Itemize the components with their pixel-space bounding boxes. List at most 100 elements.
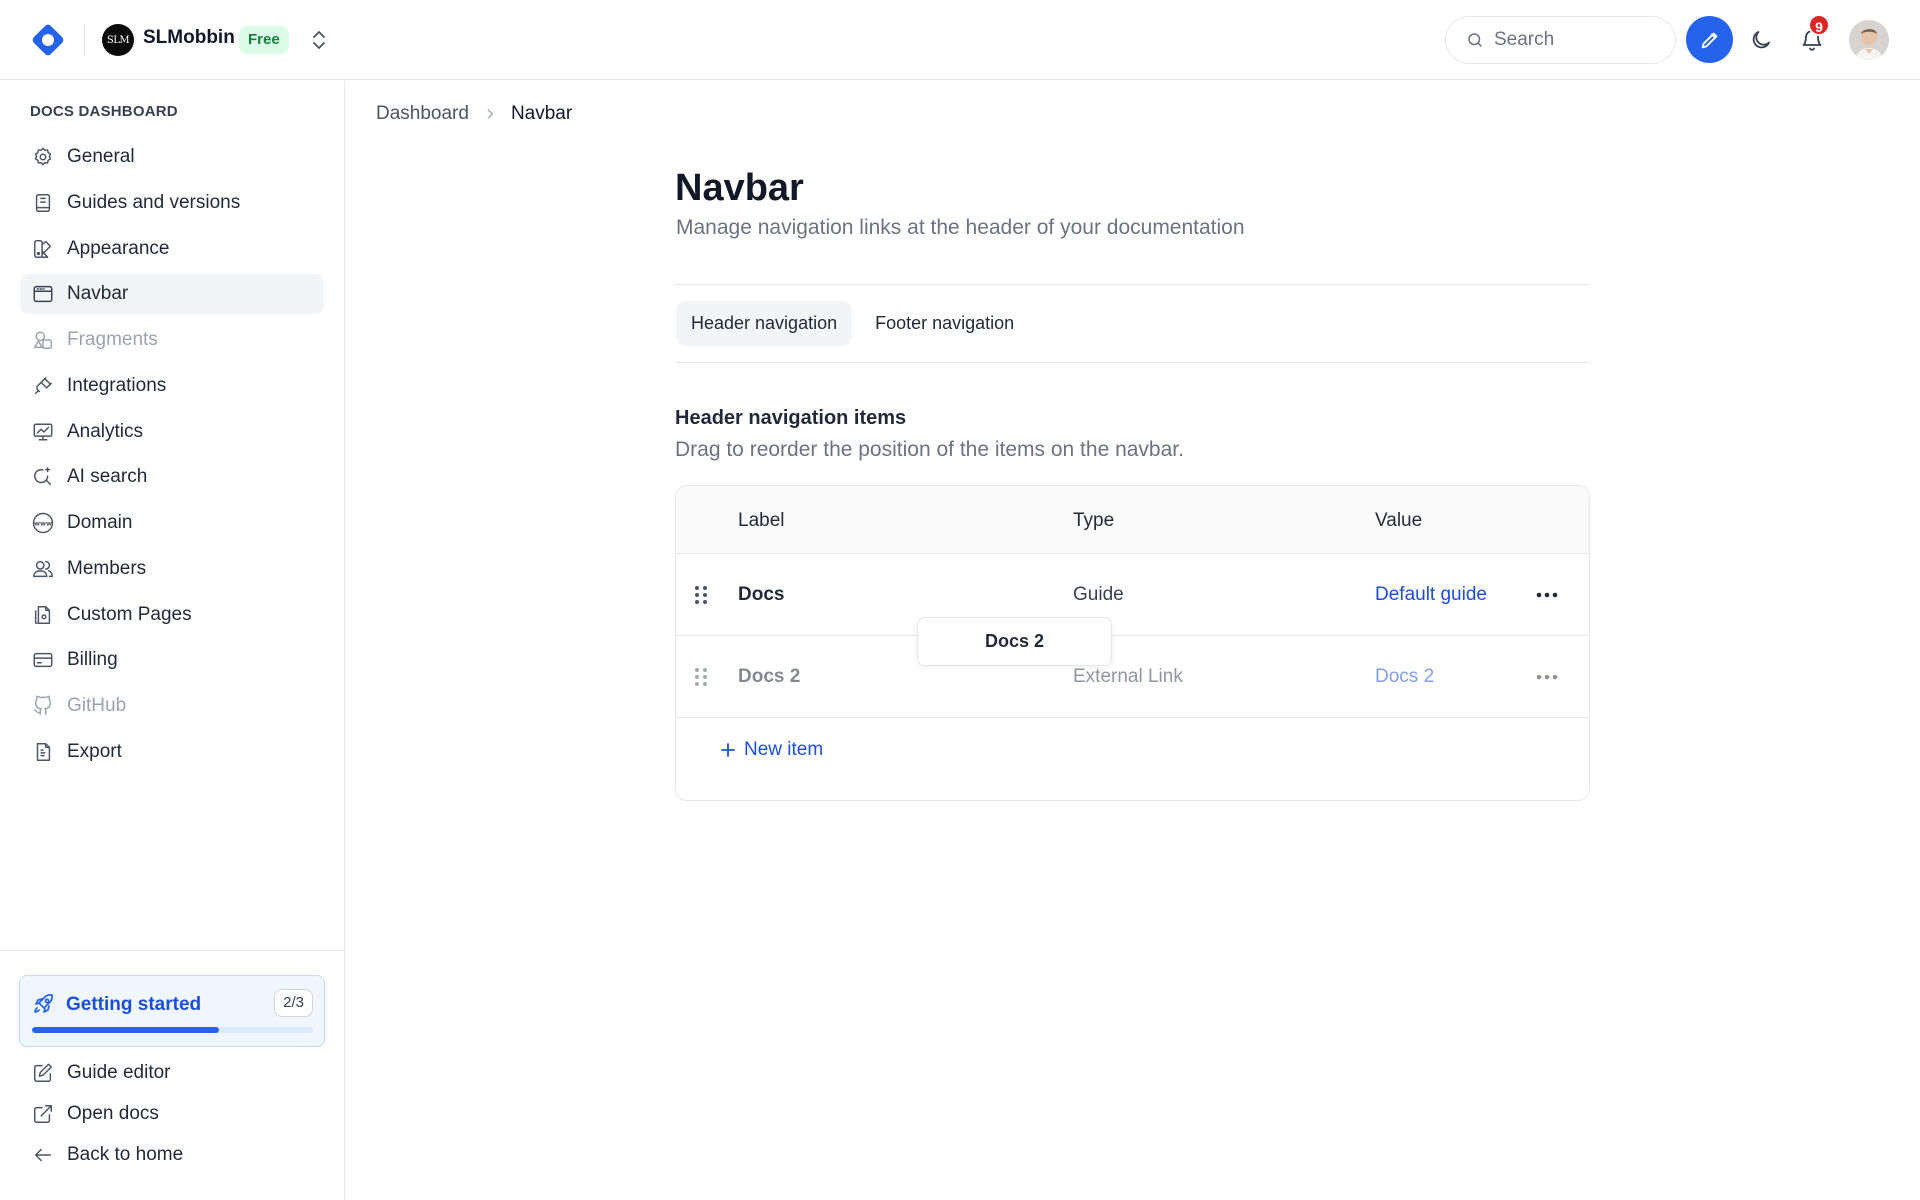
sidebar-item-label: GitHub xyxy=(67,695,127,716)
getting-started-label: Getting started xyxy=(66,994,202,1015)
sidebar-item-members[interactable]: Members xyxy=(20,549,324,589)
sidebar-item-domain[interactable]: www Domain xyxy=(20,503,324,543)
plus-icon xyxy=(720,742,736,758)
sidebar-item-github[interactable]: GitHub xyxy=(20,686,324,726)
page-subtitle: Manage navigation links at the header of… xyxy=(676,216,1245,239)
sidebar-item-label: Export xyxy=(67,741,122,762)
sidebar-item-analytics[interactable]: Analytics xyxy=(20,412,324,452)
sidebar-item-navbar[interactable]: Navbar xyxy=(20,274,324,314)
app-logo-icon[interactable] xyxy=(28,20,68,60)
sidebar-item-label: Open docs xyxy=(67,1103,159,1124)
row-type: Guide xyxy=(1073,584,1124,605)
sidebar-item-guides-and-versions[interactable]: Guides and versions xyxy=(20,183,324,223)
book-icon xyxy=(31,191,55,215)
external-link-icon xyxy=(31,1102,55,1126)
drag-handle-icon[interactable] xyxy=(693,665,709,689)
tab-footer-navigation[interactable]: Footer navigation xyxy=(860,301,1029,346)
divider xyxy=(676,284,1590,285)
getting-started-card[interactable]: Getting started 2/3 xyxy=(19,975,325,1047)
sidebar-item-label: Fragments xyxy=(67,329,158,350)
sidebar-item-export[interactable]: Export xyxy=(20,732,324,772)
more-options-icon[interactable] xyxy=(1534,583,1560,607)
column-header-value: Value xyxy=(1375,510,1423,531)
gear-icon xyxy=(31,145,55,169)
table-header: Label Type Value xyxy=(676,486,1589,554)
sidebar-item-label: Back to home xyxy=(67,1144,184,1165)
tab-header-navigation[interactable]: Header navigation xyxy=(676,301,853,346)
getting-started-count: 2/3 xyxy=(274,989,313,1017)
row-value-link[interactable]: Default guide xyxy=(1375,584,1487,606)
workspace-switcher-chevron-icon[interactable] xyxy=(306,26,332,54)
theme-toggle-button[interactable] xyxy=(1745,24,1777,56)
sidebar-item-ai-search[interactable]: AI search xyxy=(20,457,324,497)
chart-monitor-icon xyxy=(31,420,55,444)
drag-handle-icon[interactable] xyxy=(693,583,709,607)
github-icon xyxy=(31,694,55,718)
page-title: Navbar xyxy=(675,167,804,209)
moon-icon xyxy=(1752,31,1770,49)
sidebar-item-label: Members xyxy=(67,558,147,579)
sidebar-item-label: Analytics xyxy=(67,421,144,442)
palette-icon xyxy=(31,237,55,261)
search-input[interactable] xyxy=(1494,29,1654,51)
sidebar-item-label: AI search xyxy=(67,466,148,487)
table-row[interactable]: Docs Guide Default guide xyxy=(676,554,1589,636)
sidebar-item-billing[interactable]: Billing xyxy=(20,640,324,680)
ai-search-icon xyxy=(31,465,55,489)
breadcrumb-current: Navbar xyxy=(510,103,573,124)
column-header-type: Type xyxy=(1073,510,1115,531)
sidebar-item-custom-pages[interactable]: Custom Pages xyxy=(20,595,324,635)
shapes-icon xyxy=(31,328,55,352)
browser-window-icon xyxy=(31,282,55,306)
sidebar: DOCS DASHBOARD General Guides and versio… xyxy=(0,81,345,1200)
more-options-icon[interactable] xyxy=(1534,665,1560,689)
top-bar: SLM SLMobbin Free 9 xyxy=(0,0,1920,80)
plan-badge: Free xyxy=(239,26,289,54)
sidebar-item-general[interactable]: General xyxy=(20,137,324,177)
sidebar-item-integrations[interactable]: Integrations xyxy=(20,366,324,406)
row-label: Docs xyxy=(738,584,785,605)
users-icon xyxy=(31,557,55,581)
sidebar-item-open-docs[interactable]: Open docs xyxy=(20,1094,324,1134)
new-item-button[interactable]: New item xyxy=(720,739,823,761)
globe-www-icon: www xyxy=(31,511,55,535)
rocket-icon xyxy=(32,992,56,1016)
edit-button[interactable] xyxy=(1686,16,1733,63)
arrow-left-icon xyxy=(31,1143,55,1167)
workspace-name[interactable]: SLMobbin xyxy=(143,27,235,49)
sidebar-item-guide-editor[interactable]: Guide editor xyxy=(20,1053,324,1093)
row-type: External Link xyxy=(1073,666,1183,687)
section-title: Header navigation items xyxy=(675,407,907,429)
breadcrumb: Dashboard Navbar xyxy=(376,103,572,125)
sidebar-item-label: Domain xyxy=(67,512,133,533)
workspace-avatar[interactable]: SLM xyxy=(102,24,134,56)
section-subtitle: Drag to reorder the position of the item… xyxy=(675,438,1184,461)
pencil-icon xyxy=(1701,32,1717,48)
plug-icon xyxy=(31,374,55,398)
export-file-icon xyxy=(31,740,55,764)
table-row[interactable]: Docs 2 External Link Docs 2 xyxy=(676,636,1589,718)
sidebar-item-appearance[interactable]: Appearance xyxy=(20,229,324,269)
drag-preview[interactable]: Docs 2 xyxy=(917,617,1112,666)
sidebar-item-label: Navbar xyxy=(67,283,129,304)
row-label: Docs 2 xyxy=(738,666,801,687)
row-value-link[interactable]: Docs 2 xyxy=(1375,666,1434,688)
sidebar-item-label: Billing xyxy=(67,649,118,670)
sidebar-item-label: Appearance xyxy=(67,238,170,259)
sidebar-heading: DOCS DASHBOARD xyxy=(30,103,178,120)
sidebar-divider xyxy=(0,950,344,951)
sidebar-item-label: Guide editor xyxy=(67,1062,171,1083)
breadcrumb-dashboard-link[interactable]: Dashboard xyxy=(376,103,469,125)
credit-card-icon xyxy=(31,648,55,672)
svg-text:www: www xyxy=(34,520,52,528)
pages-icon xyxy=(31,603,55,627)
sidebar-item-fragments[interactable]: Fragments xyxy=(20,320,324,360)
new-item-label: New item xyxy=(744,739,824,760)
navigation-tabs: Header navigation Footer navigation xyxy=(676,301,1029,346)
user-avatar[interactable] xyxy=(1849,20,1889,60)
sidebar-item-back-to-home[interactable]: Back to home xyxy=(20,1135,324,1175)
search-icon xyxy=(1466,31,1484,49)
search-box[interactable] xyxy=(1445,16,1676,64)
sidebar-item-label: Guides and versions xyxy=(67,192,241,213)
navigation-items-table: Label Type Value Docs Guide Default guid… xyxy=(675,485,1590,801)
